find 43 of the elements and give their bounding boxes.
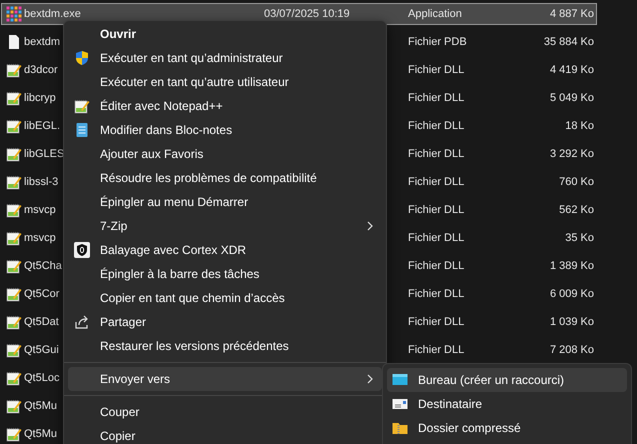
file-size: 7 208 Ko xyxy=(548,344,594,356)
file-type: Fichier PDB xyxy=(408,36,468,48)
file-name: libGLES xyxy=(24,148,64,160)
file-size: 4 419 Ko xyxy=(548,64,594,76)
file-name: libcryp xyxy=(24,92,56,104)
file-name: bextdm xyxy=(24,36,60,48)
file-type: Fichier DLL xyxy=(408,204,466,216)
file-name: Qt5Cor xyxy=(24,288,60,300)
file-size: 562 Ko xyxy=(558,204,594,216)
file-name: Qt5Mu xyxy=(24,400,58,412)
file-name: Qt5Mu xyxy=(24,428,58,440)
file-type: Application xyxy=(408,8,463,20)
file-name: d3dcor xyxy=(24,64,58,76)
file-date: 03/07/2025 10:19 xyxy=(264,8,351,20)
file-size: 760 Ko xyxy=(558,176,594,188)
file-size: 35 Ko xyxy=(564,232,594,244)
file-name: Qt5Gui xyxy=(24,344,59,356)
file-type: Fichier DLL xyxy=(408,92,466,104)
file-type: Fichier DLL xyxy=(408,64,466,76)
file-size: 35 884 Ko xyxy=(542,36,594,48)
file-type: Fichier DLL xyxy=(408,344,466,356)
file-name: libssl-3 xyxy=(24,176,58,188)
file-type: Fichier DLL xyxy=(408,316,466,328)
file-name: bextdm.exe xyxy=(24,8,81,20)
file-name: msvcp xyxy=(24,204,56,216)
file-size: 5 049 Ko xyxy=(548,92,594,104)
file-size: 3 292 Ko xyxy=(548,148,594,160)
file-name: libEGL. xyxy=(24,120,60,132)
file-type: Fichier DLL xyxy=(408,176,466,188)
file-name: Qt5Loc xyxy=(24,372,60,384)
file-name: msvcp xyxy=(24,232,56,244)
file-size: 4 887 Ko xyxy=(548,8,594,20)
file-type: Fichier DLL xyxy=(408,288,466,300)
file-type: Fichier DLL xyxy=(408,260,466,272)
file-type: Fichier DLL xyxy=(408,148,466,160)
file-type: Fichier DLL xyxy=(408,232,466,244)
file-size: 1 389 Ko xyxy=(548,260,594,272)
file-size: 6 009 Ko xyxy=(548,288,594,300)
file-size: 1 039 Ko xyxy=(548,316,594,328)
file-size: 18 Ko xyxy=(564,120,594,132)
file-type: Fichier DLL xyxy=(408,120,466,132)
file-name: Qt5Dat xyxy=(24,316,59,328)
file-name: Qt5Cha xyxy=(24,260,62,272)
